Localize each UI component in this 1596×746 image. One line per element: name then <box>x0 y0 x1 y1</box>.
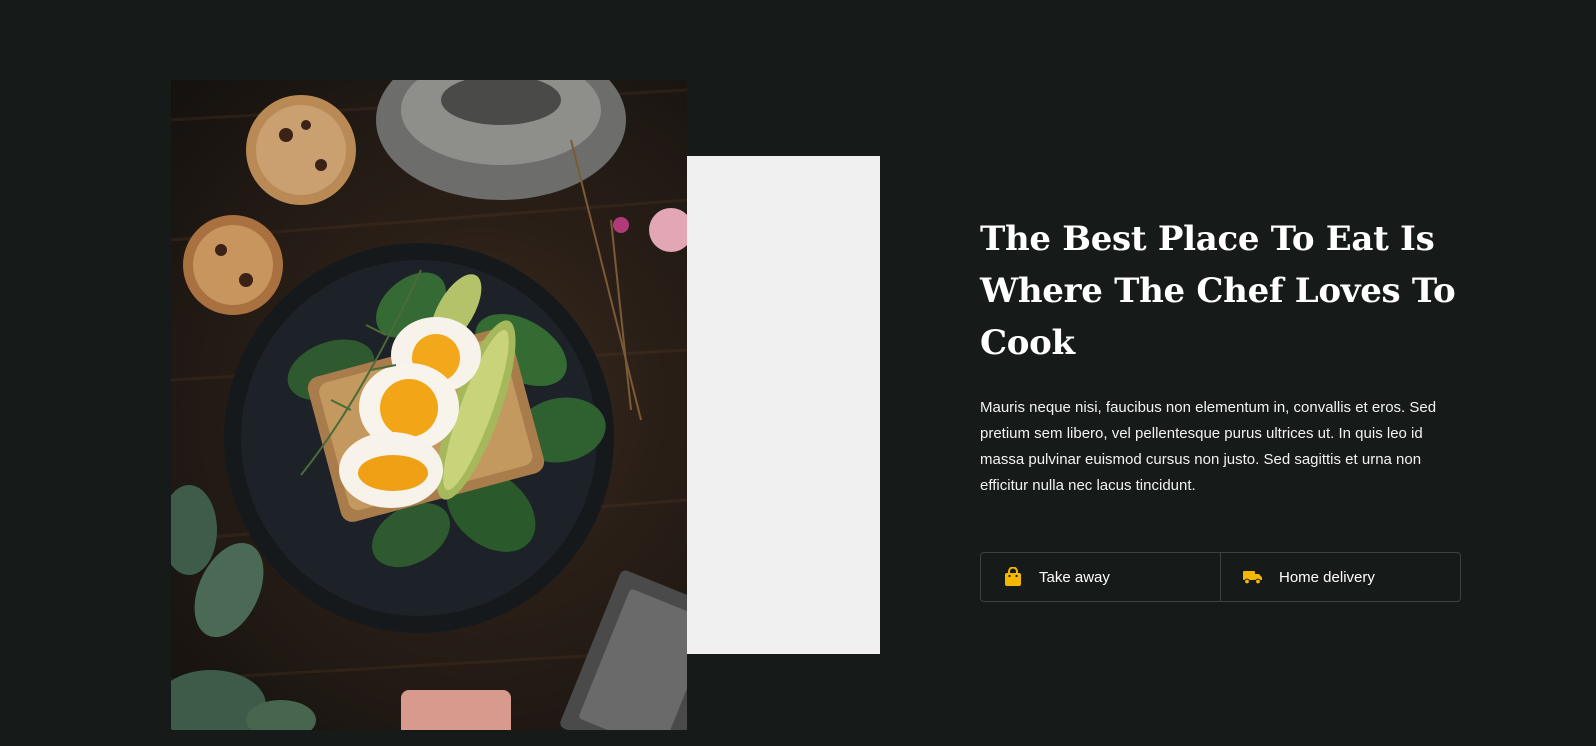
home-delivery-option[interactable]: Home delivery <box>1220 553 1460 601</box>
shopping-bag-icon <box>1003 567 1023 587</box>
egg-toast-illustration <box>171 80 687 730</box>
home-delivery-label: Home delivery <box>1279 568 1375 586</box>
delivery-truck-icon <box>1243 567 1263 587</box>
food-photo <box>171 80 687 730</box>
service-options: Take away Home delivery <box>980 552 1461 602</box>
headline: The Best Place To Eat Is Where The Chef … <box>980 219 1456 363</box>
decorative-light-panel <box>687 156 880 654</box>
take-away-label: Take away <box>1039 568 1110 586</box>
description: Mauris neque nisi, faucibus non elementu… <box>980 399 1437 494</box>
hero-content: The Best Place To Eat Is Where The Chef … <box>980 213 1462 602</box>
take-away-option[interactable]: Take away <box>981 553 1220 601</box>
